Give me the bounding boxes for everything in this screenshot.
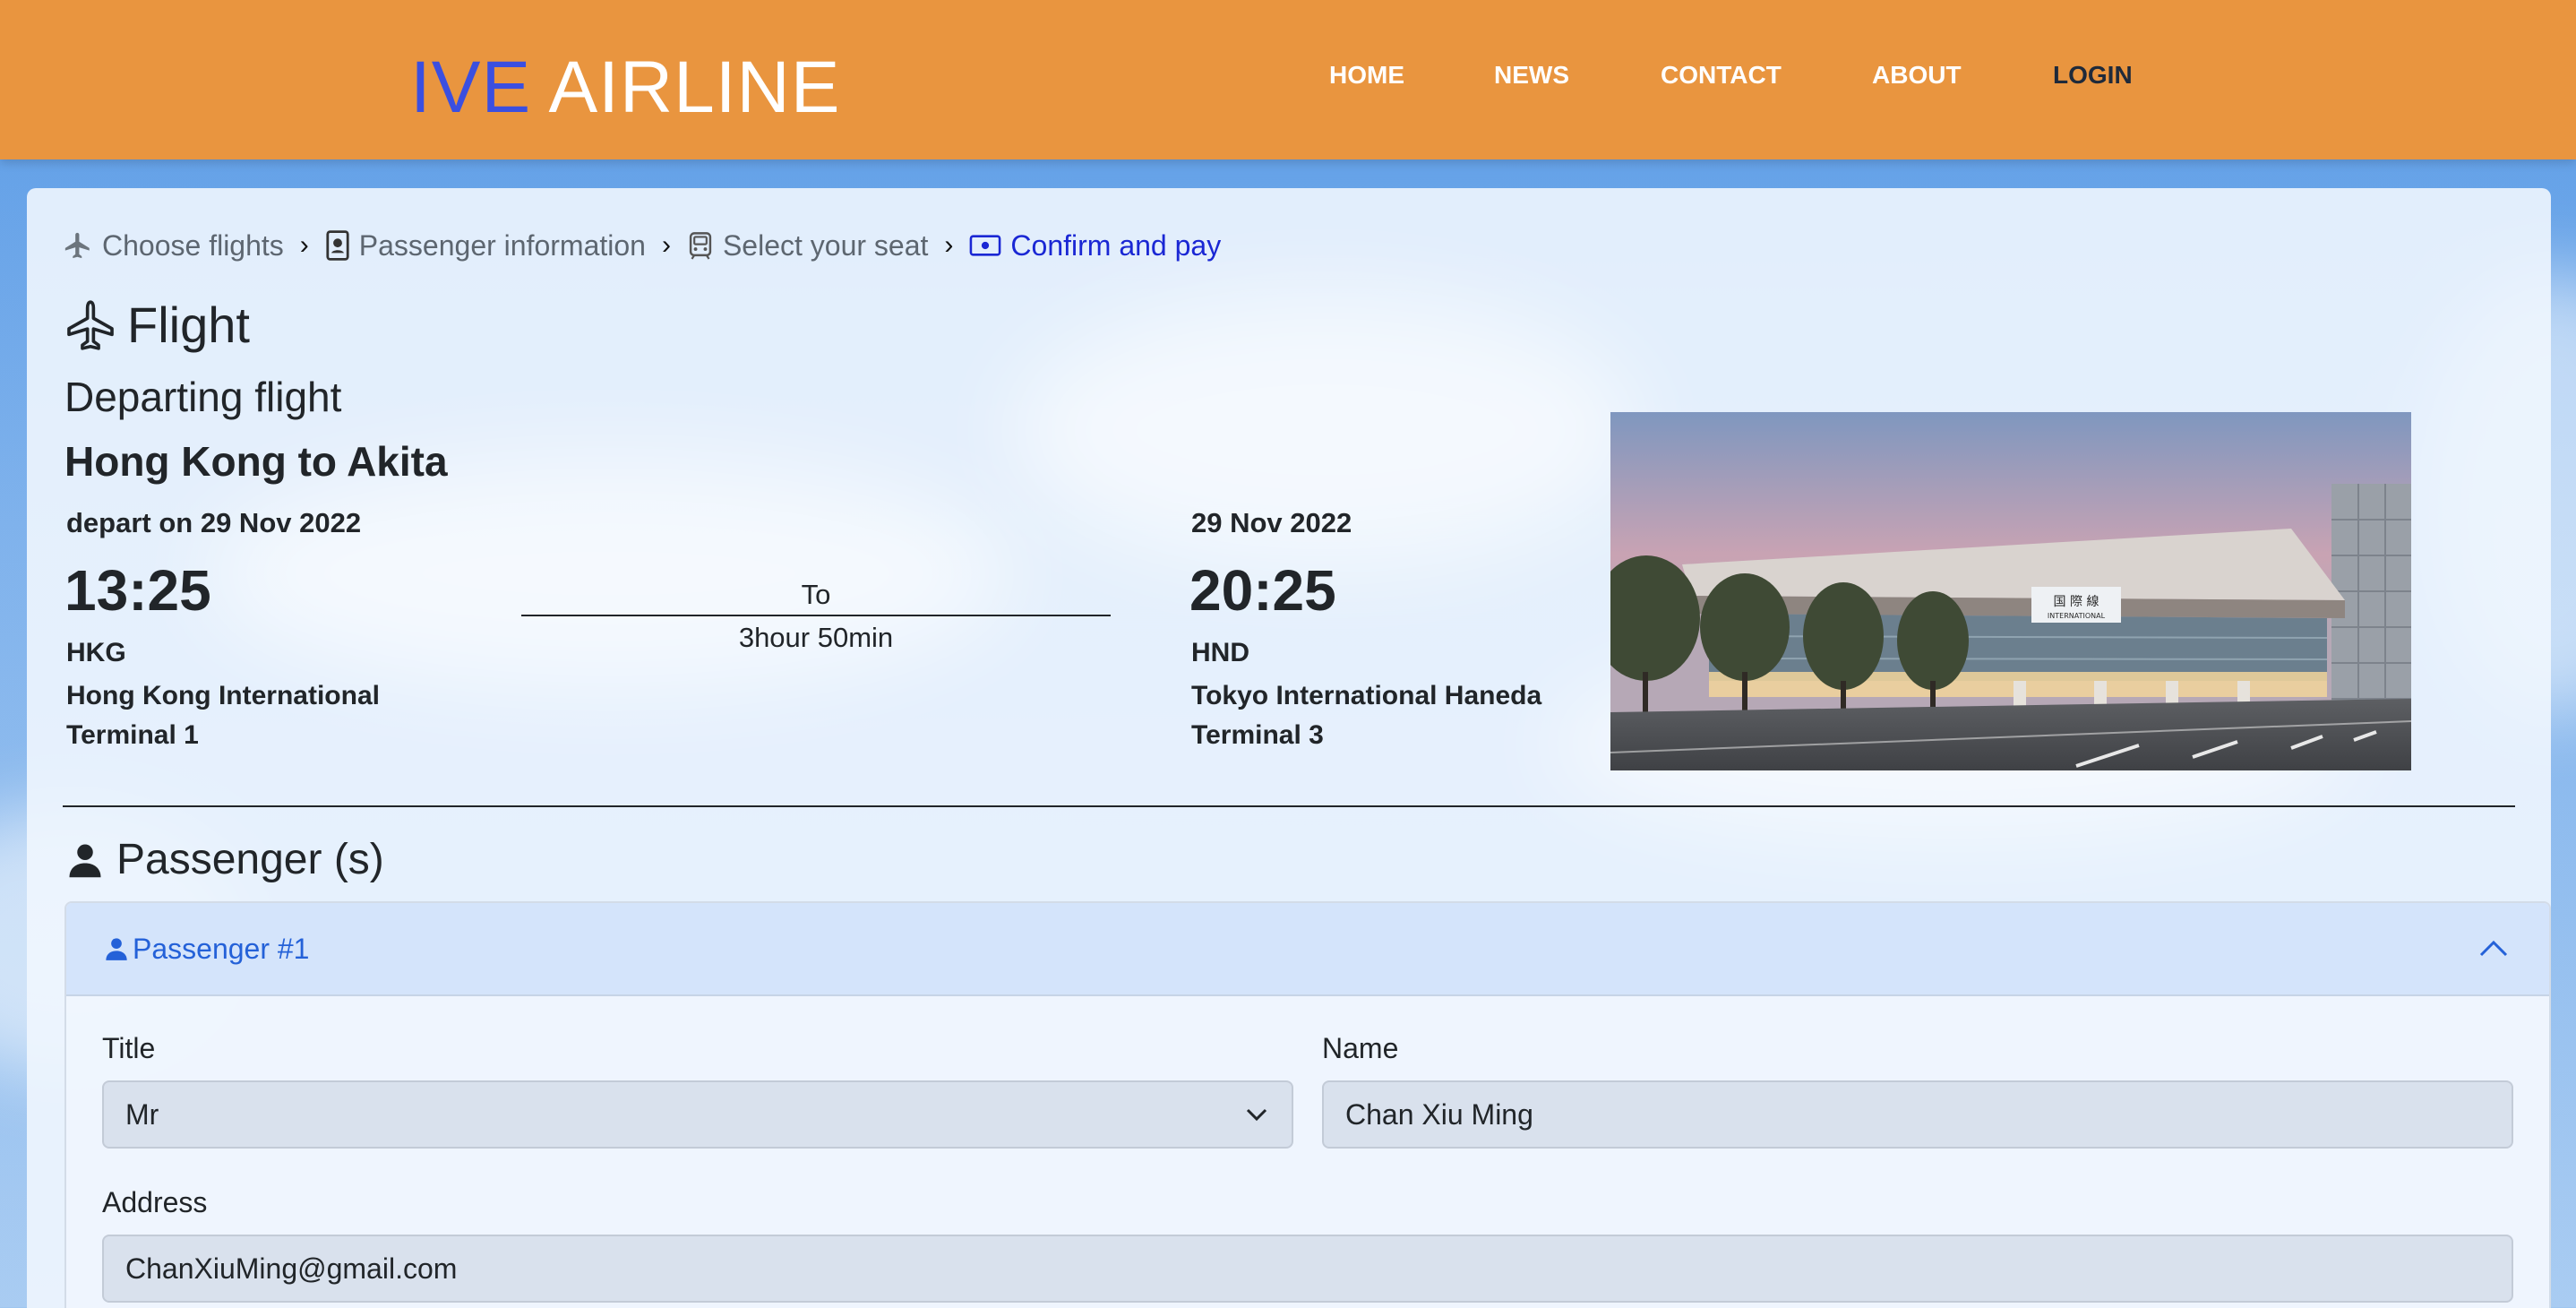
- passenger-accordion-header[interactable]: Passenger #1: [66, 903, 2549, 996]
- arrive-time: 20:25: [1189, 558, 1336, 623]
- name-input[interactable]: Chan Xiu Ming: [1322, 1080, 2513, 1149]
- brand-logo[interactable]: IVE AIRLINE: [410, 45, 840, 131]
- terminal-sign-text: 国 際 線: [2054, 595, 2099, 609]
- flight-duration: 3hour 50min: [738, 622, 894, 653]
- plane-icon: [64, 232, 90, 259]
- arrive-date: 29 Nov 2022: [1191, 507, 1352, 538]
- section-divider: [63, 805, 2515, 807]
- passengers-heading: Passenger (s): [66, 835, 384, 884]
- depart-code: HKG: [66, 638, 126, 667]
- airplane-outline-icon: [67, 299, 114, 350]
- nav-login[interactable]: LOGIN: [2053, 61, 2133, 90]
- nav-news[interactable]: NEWS: [1494, 61, 1569, 90]
- logo-accent-text: IVE: [410, 47, 532, 128]
- crumb-choose-flights[interactable]: Choose flights: [63, 229, 284, 262]
- nav-contact[interactable]: CONTACT: [1661, 61, 1782, 90]
- crumb-label: Select your seat: [722, 228, 929, 262]
- arrive-code: HND: [1191, 638, 1249, 667]
- chevron-right-icon: ›: [299, 230, 309, 260]
- depart-terminal: Terminal 1: [66, 720, 199, 750]
- chevron-right-icon: ›: [661, 230, 671, 260]
- depart-airport: Hong Kong International: [66, 681, 380, 710]
- airport-photo: 国 際 線 INTERNATIONAL: [1610, 412, 2411, 770]
- to-label: To: [801, 579, 831, 610]
- route-title: Hong Kong to Akita: [64, 438, 448, 485]
- seat-icon: [689, 232, 712, 260]
- passenger-number: Passenger #1: [133, 932, 310, 965]
- title-select-value: Mr: [125, 1097, 159, 1131]
- crumb-select-seat[interactable]: Select your seat: [687, 229, 928, 262]
- connector-line: [521, 615, 1111, 616]
- arrive-terminal: Terminal 3: [1191, 720, 1324, 750]
- passport-icon: [326, 230, 349, 261]
- nav-home[interactable]: HOME: [1329, 61, 1404, 90]
- departing-flight-label: Departing flight: [64, 374, 342, 420]
- depart-time: 13:25: [64, 558, 211, 623]
- depart-date: depart on 29 Nov 2022: [66, 507, 362, 538]
- chevron-right-icon: ›: [944, 230, 954, 260]
- crumb-label: Choose flights: [102, 228, 284, 262]
- card-cloud: [206, 457, 1012, 690]
- cash-icon: [970, 235, 1001, 256]
- nav-about[interactable]: ABOUT: [1872, 61, 1962, 90]
- title-label: Title: [102, 1032, 156, 1064]
- logo-main-text: AIRLINE: [548, 47, 841, 128]
- address-label: Address: [102, 1186, 208, 1218]
- crumb-confirm-pay[interactable]: Confirm and pay: [969, 229, 1221, 262]
- passenger-accordion-title: Passenger #1: [104, 933, 309, 966]
- breadcrumb: Choose flights › Passenger information ›…: [63, 228, 1221, 263]
- address-input-value: ChanXiuMing@gmail.com: [125, 1252, 458, 1285]
- title-select[interactable]: Mr: [102, 1080, 1293, 1149]
- terminal-sign-subtext: INTERNATIONAL: [2048, 612, 2106, 620]
- crumb-label: Passenger information: [358, 228, 646, 262]
- booking-card: Choose flights › Passenger information ›…: [27, 188, 2551, 1308]
- flight-connector: To 3hour 50min: [521, 579, 1111, 654]
- chevron-down-icon: [1246, 1108, 1267, 1122]
- person-icon: [106, 938, 127, 960]
- arrive-airport: Tokyo International Haneda: [1191, 681, 1542, 710]
- crumb-passenger-information[interactable]: Passenger information: [325, 229, 646, 262]
- name-input-value: Chan Xiu Ming: [1345, 1097, 1533, 1131]
- flight-heading: Flight: [63, 296, 250, 354]
- passengers-title: Passenger (s): [116, 836, 384, 883]
- crumb-label: Confirm and pay: [1010, 228, 1222, 262]
- airport-terminal-illustration: 国 際 線 INTERNATIONAL: [1610, 412, 2411, 770]
- name-label: Name: [1322, 1032, 1399, 1064]
- chevron-up-icon[interactable]: [2477, 937, 2510, 959]
- person-icon: [69, 844, 101, 877]
- address-input[interactable]: ChanXiuMing@gmail.com: [102, 1235, 2513, 1303]
- top-navbar: IVE AIRLINE HOME NEWS CONTACT ABOUT LOGI…: [0, 0, 2576, 159]
- flight-title: Flight: [127, 297, 250, 353]
